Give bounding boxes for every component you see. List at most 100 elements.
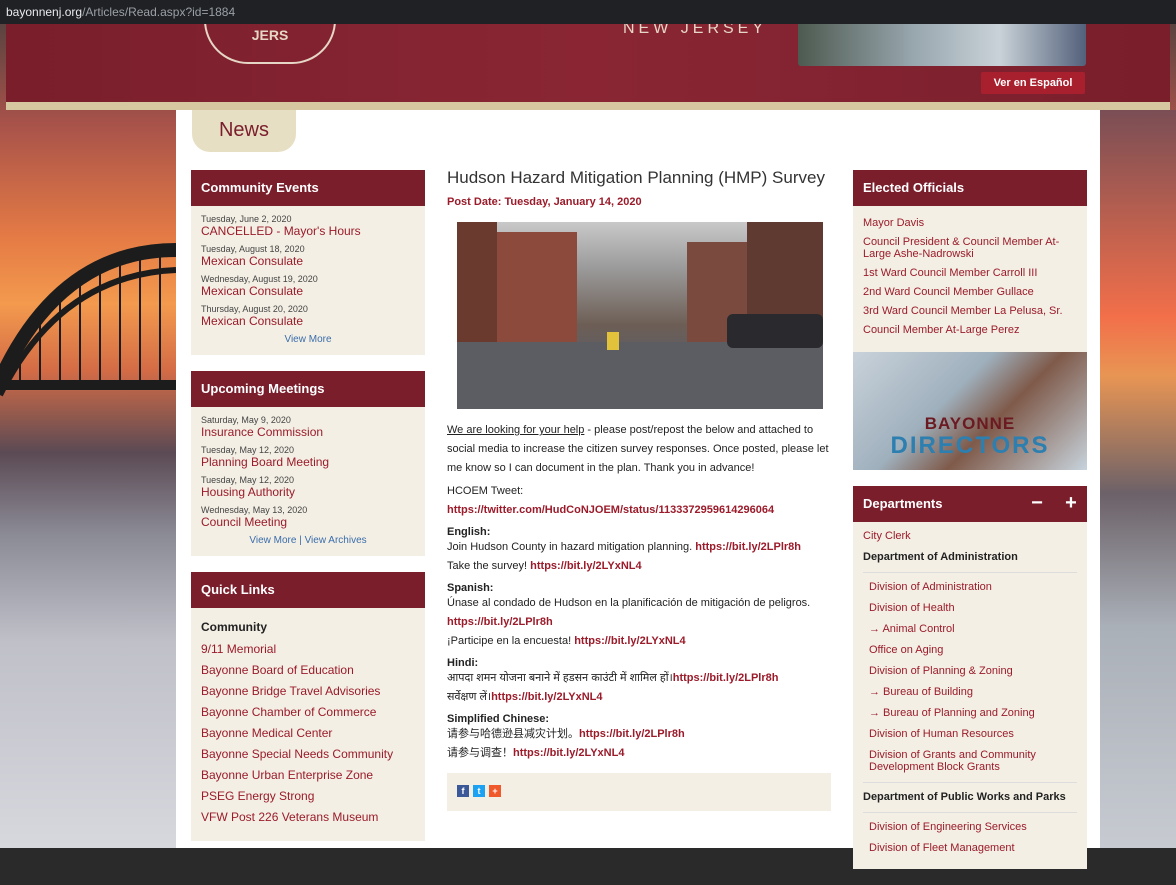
- quick-link[interactable]: PSEG Energy Strong: [201, 789, 415, 803]
- event-date: Tuesday, August 18, 2020: [201, 244, 305, 254]
- header-photo: [798, 24, 1086, 66]
- content-page: News Community Events Tuesday, June 2, 2…: [176, 110, 1100, 869]
- spanish-link-2[interactable]: https://bit.ly/2LYxNL4: [574, 635, 685, 647]
- chinese-line-1: 请参与哈德逊县减灾计划。https://bit.ly/2LPlr8h: [447, 725, 833, 744]
- right-column: Elected Officials Mayor Davis Council Pr…: [853, 170, 1087, 885]
- english-text-2: Take the survey!: [447, 560, 531, 572]
- departments-title: Departments: [863, 496, 943, 511]
- events-view-more-link[interactable]: View More: [201, 334, 415, 345]
- quick-links-heading: Community: [201, 620, 267, 634]
- department-link[interactable]: Division of Planning & Zoning: [863, 661, 1077, 682]
- directors-line-2: DIRECTORS: [890, 432, 1050, 459]
- chinese-text-1: 请参与哈德逊县减灾计划。: [447, 728, 579, 740]
- post-date: Post Date: Tuesday, January 14, 2020: [447, 196, 642, 208]
- chinese-link-1[interactable]: https://bit.ly/2LPlr8h: [579, 728, 685, 740]
- seal-text: JERS: [251, 27, 289, 43]
- department-link[interactable]: Division of Health: [863, 598, 1077, 619]
- meeting-item: Tuesday, May 12, 2020 Housing Authority: [201, 475, 415, 499]
- spanish-version-button[interactable]: Ver en Español: [981, 72, 1085, 94]
- elected-officials-title: Elected Officials: [853, 170, 1087, 206]
- meeting-date: Saturday, May 9, 2020: [201, 415, 291, 425]
- collapse-departments-button[interactable]: −: [1025, 486, 1049, 522]
- event-date: Wednesday, August 19, 2020: [201, 274, 318, 284]
- bridge-arch-graphic: [0, 243, 176, 397]
- english-line-1: Join Hudson County in hazard mitigation …: [447, 538, 833, 557]
- article-title: Hudson Hazard Mitigation Planning (HMP) …: [447, 168, 825, 187]
- quick-link[interactable]: Bayonne Board of Education: [201, 663, 415, 677]
- quick-link[interactable]: Bayonne Medical Center: [201, 726, 415, 740]
- url-host: bayonnenj.org: [6, 5, 83, 19]
- spanish-text-1: Únase al condado de Hudson en la planifi…: [447, 597, 811, 609]
- official-link[interactable]: Mayor Davis: [863, 214, 1077, 233]
- quick-link[interactable]: Bayonne Bridge Travel Advisories: [201, 684, 415, 698]
- spanish-label: Spanish:: [447, 582, 494, 594]
- upcoming-meetings-box: Upcoming Meetings Saturday, May 9, 2020 I…: [191, 371, 425, 556]
- share-bar: f t +: [447, 773, 831, 811]
- quick-link[interactable]: 9/11 Memorial: [201, 642, 415, 656]
- english-link-2[interactable]: https://bit.ly/2LYxNL4: [530, 560, 641, 572]
- header-divider: [6, 102, 1170, 110]
- meeting-link[interactable]: Planning Board Meeting: [201, 455, 415, 469]
- hindi-link-1[interactable]: https://bit.ly/2LPlr8h: [673, 672, 779, 684]
- hindi-line-1: आपदा शमन योजना बनाने में हडसन काउंटी में…: [447, 669, 833, 688]
- department-link[interactable]: Division of Administration: [863, 577, 1077, 598]
- spanish-link-1[interactable]: https://bit.ly/2LPlr8h: [447, 616, 553, 628]
- news-tab[interactable]: News: [192, 110, 296, 152]
- twitter-share-icon[interactable]: t: [473, 785, 485, 797]
- event-link[interactable]: Mexican Consulate: [201, 254, 415, 268]
- department-link[interactable]: Division of Engineering Services: [863, 817, 1077, 838]
- department-link[interactable]: → Bureau of Planning and Zoning: [863, 703, 1077, 724]
- event-item: Tuesday, August 18, 2020 Mexican Consulat…: [201, 244, 415, 268]
- meeting-link[interactable]: Council Meeting: [201, 515, 415, 529]
- event-link[interactable]: Mexican Consulate: [201, 284, 415, 298]
- hcoem-tweet-link[interactable]: https://twitter.com/HudCoNJOEM/status/11…: [447, 501, 833, 520]
- departments-header: Departments − +: [853, 486, 1087, 522]
- meeting-link[interactable]: Housing Authority: [201, 485, 415, 499]
- chinese-label: Simplified Chinese:: [447, 713, 550, 725]
- quick-link[interactable]: Bayonne Special Needs Community: [201, 747, 415, 761]
- browser-url-bar[interactable]: bayonnenj.org/Articles/Read.aspx?id=1884: [0, 0, 1176, 24]
- url-path: /Articles/Read.aspx?id=1884: [82, 5, 236, 19]
- meeting-item: Saturday, May 9, 2020 Insurance Commissio…: [201, 415, 415, 439]
- facebook-share-icon[interactable]: f: [457, 785, 469, 797]
- quick-link[interactable]: VFW Post 226 Veterans Museum: [201, 810, 415, 824]
- addthis-share-icon[interactable]: +: [489, 785, 501, 797]
- event-link[interactable]: CANCELLED - Mayor's Hours: [201, 224, 415, 238]
- chinese-link-2[interactable]: https://bit.ly/2LYxNL4: [513, 747, 624, 759]
- department-link[interactable]: Office on Aging: [863, 640, 1077, 661]
- department-link[interactable]: → Bureau of Building: [863, 682, 1077, 703]
- event-link[interactable]: Mexican Consulate: [201, 314, 415, 328]
- chinese-line-2: 请参与调查！https://bit.ly/2LYxNL4: [447, 744, 833, 763]
- department-link[interactable]: Division of Fleet Management: [863, 838, 1077, 859]
- department-link[interactable]: City Clerk: [863, 526, 1077, 547]
- english-link-1[interactable]: https://bit.ly/2LPlr8h: [695, 541, 801, 553]
- bayonne-directors-banner[interactable]: BAYONNE DIRECTORS: [853, 352, 1087, 470]
- expand-departments-button[interactable]: +: [1059, 486, 1083, 522]
- meetings-more-links[interactable]: View More | View Archives: [201, 535, 415, 546]
- department-link[interactable]: → Animal Control: [863, 619, 1077, 640]
- hindi-link-2[interactable]: https://bit.ly/2LYxNL4: [491, 691, 602, 703]
- event-date: Tuesday, June 2, 2020: [201, 214, 292, 224]
- department-link[interactable]: Division of Grants and Community Develop…: [863, 745, 1077, 778]
- article-column: Hudson Hazard Mitigation Planning (HMP) …: [447, 168, 833, 811]
- event-item: Wednesday, August 19, 2020 Mexican Consul…: [201, 274, 415, 298]
- department-link[interactable]: Division of Human Resources: [863, 724, 1077, 745]
- official-link[interactable]: 1st Ward Council Member Carroll III: [863, 264, 1077, 283]
- english-text-1: Join Hudson County in hazard mitigation …: [447, 541, 696, 553]
- flooded-street-photo: [457, 222, 823, 409]
- city-seal: JERS: [204, 20, 336, 64]
- event-item: Thursday, August 20, 2020 Mexican Consula…: [201, 304, 415, 328]
- meeting-item: Tuesday, May 12, 2020 Planning Board Meet…: [201, 445, 415, 469]
- spanish-line-2: ¡Participe en la encuesta! https://bit.l…: [447, 632, 833, 651]
- official-link[interactable]: 2nd Ward Council Member Gullace: [863, 283, 1077, 302]
- quick-link[interactable]: Bayonne Chamber of Commerce: [201, 705, 415, 719]
- help-link[interactable]: We are looking for your help: [447, 424, 584, 436]
- meeting-item: Wednesday, May 13, 2020 Council Meeting: [201, 505, 415, 529]
- official-link[interactable]: 3rd Ward Council Member La Pelusa, Sr.: [863, 302, 1077, 321]
- quick-link[interactable]: Bayonne Urban Enterprise Zone: [201, 768, 415, 782]
- meeting-date: Tuesday, May 12, 2020: [201, 475, 295, 485]
- official-link[interactable]: Council President & Council Member At-La…: [863, 233, 1077, 264]
- divider: [863, 782, 1077, 783]
- official-link[interactable]: Council Member At-Large Perez: [863, 321, 1077, 340]
- meeting-link[interactable]: Insurance Commission: [201, 425, 415, 439]
